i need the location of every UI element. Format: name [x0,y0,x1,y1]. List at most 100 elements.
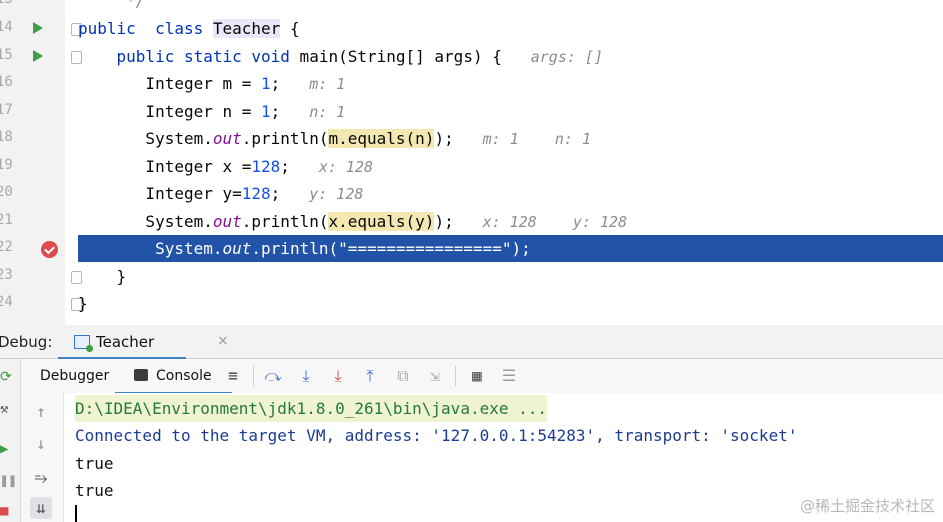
line-number: 23 [0,267,13,283]
code-line-current-execution[interactable]: System.out.println("================"); [78,235,943,262]
debug-tool-window-header: Debug: Teacher × [0,325,943,360]
code-token: */ [78,0,146,10]
scroll-up-icon[interactable]: ↑ [30,401,52,423]
force-step-into-icon[interactable]: ⤓ [328,365,348,387]
step-over-icon[interactable]: ⤼ [263,365,283,387]
code-token: 1 [261,102,271,121]
code-token: x.equals(y) [328,212,435,231]
resume-icon[interactable]: ▶ [0,441,16,457]
code-line-integer-x[interactable]: Integer x =128; x: 128 [78,153,943,180]
run-config-icon [74,335,93,352]
rerun-icon[interactable]: ⟳ [0,369,16,385]
code-token: out [222,239,252,258]
inline-debug-value: x: 128 [318,158,374,176]
line-number: 20 [0,184,13,200]
code-token: public [78,19,136,38]
menu-icon[interactable]: ≡ [223,365,243,387]
code-line-println-m-equals-n[interactable]: System.out.println(m.equals(n)); m: 1 n:… [78,125,943,152]
trace-icon[interactable]: ☰ [499,365,519,387]
run-icon[interactable] [33,50,43,62]
scroll-to-end-icon[interactable]: ⇊ [30,497,52,519]
code-token: out [212,129,242,148]
console-line: true [75,481,114,500]
line-number: 21 [0,212,13,228]
code-editor[interactable]: 13 14 15 16 17 18 19 20 21 22 23 24 */ pu… [0,0,943,325]
code-token: Integer m = [78,74,262,93]
pause-icon[interactable]: ❚❚ [0,473,17,489]
code-token: ; [280,157,319,176]
code-token: 128 [241,184,271,203]
step-out-icon[interactable]: ⤒ [360,365,380,387]
code-token: public static void [116,47,290,66]
code-token: out [212,212,242,231]
editor-gutter[interactable]: 13 14 15 16 17 18 19 20 21 22 23 24 [0,0,65,325]
breakpoint-icon[interactable] [41,241,58,258]
code-line-integer-n[interactable]: Integer n = 1; n: 1 [78,98,943,125]
console-icon [134,369,148,381]
wrench-icon[interactable]: ⚒ [0,401,16,417]
code-token: .println( [241,212,329,231]
code-line-main-decl[interactable]: public static void main(String[] args) {… [78,43,943,70]
session-tab-label: Teacher [96,333,155,351]
run-icon[interactable] [33,22,43,34]
code-token: ; [270,102,310,121]
drop-frame-icon[interactable]: ⧉ [393,365,413,387]
code-token: .println("================"); [251,239,531,258]
debug-session-tab[interactable]: Teacher × [58,325,229,360]
console-line: true [75,454,114,473]
console-side-actions: ↑ ↓ ⥱ ⇊ [21,393,64,522]
code-line-integer-m[interactable]: Integer m = 1; m: 1 [78,70,943,97]
evaluate-expression-icon[interactable]: ▦ [467,365,487,387]
console-line: D:\IDEA\Environment\jdk1.8.0_261\bin\jav… [75,395,548,422]
debug-toolbar: Debugger Console ≡ ⤼ ⤓ ⤓ ⤒ ⧉ ⇲ ▦ ☰ [21,359,943,395]
line-number: 13 [0,0,13,7]
line-number: 15 [0,47,13,63]
debug-label: Debug: [0,333,53,351]
code-token: Integer n = [78,102,262,121]
tab-debugger[interactable]: Debugger [40,368,109,384]
line-number: 17 [0,102,13,118]
inline-debug-value: n: 1 [309,103,346,121]
code-token: Integer y= [78,184,242,203]
step-into-icon[interactable]: ⤓ [296,365,316,387]
code-token: } [78,267,127,286]
tab-console[interactable]: Console [115,359,232,395]
code-token: .println( [241,129,329,148]
watermark: @稀土掘金技术社区 [799,497,935,515]
stop-icon[interactable]: ■ [0,503,16,519]
code-token: System. [78,129,213,148]
code-line-close-main[interactable]: } [78,263,943,290]
code-token: class [155,19,204,38]
line-number: 19 [0,157,13,173]
code-token: System. [78,212,213,231]
inline-debug-value: m: 1 [309,75,346,93]
text-caret [75,505,77,522]
debug-left-actions: ⟳ ⚒ ▶ ❚❚ ■ [0,359,21,522]
code-token: ); [434,129,483,148]
code-token: ); [434,212,483,231]
code-line-comment[interactable]: */ [78,0,943,14]
code-token: m.equals(n) [328,129,435,148]
code-token: 128 [251,157,281,176]
inline-debug-value: y: 128 [309,185,364,203]
code-line-class-decl[interactable]: public class Teacher { [78,15,943,42]
code-line-close-class[interactable]: } [78,290,943,317]
code-token: { [280,19,300,38]
line-number: 16 [0,74,13,90]
code-line-println-x-equals-y[interactable]: System.out.println(x.equals(y)); x: 128 … [78,208,943,235]
code-token: Integer x = [78,157,252,176]
inline-debug-value: m: 1 n: 1 [482,130,591,148]
run-to-cursor-icon[interactable]: ⇲ [425,365,445,387]
close-icon[interactable]: × [217,333,229,349]
line-number: 24 [0,294,13,310]
console-line: Connected to the target VM, address: '12… [75,426,798,445]
code-line-integer-y[interactable]: Integer y=128; y: 128 [78,180,943,207]
scroll-down-icon[interactable]: ↓ [30,433,52,455]
inline-debug-value: args: [] [530,48,603,66]
line-number: 22 [0,239,13,255]
soft-wrap-icon[interactable]: ⥱ [30,467,52,489]
inline-debug-value: x: 128 y: 128 [482,213,628,231]
